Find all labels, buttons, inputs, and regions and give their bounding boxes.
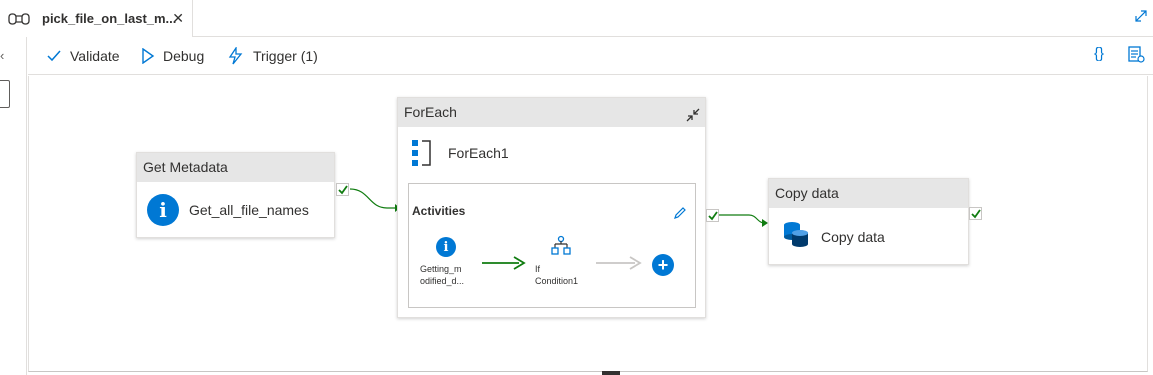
debug-button[interactable]: Debug — [141, 45, 204, 67]
collapse-icon[interactable] — [685, 104, 701, 133]
foreach-header-label: ForEach — [404, 104, 457, 120]
validate-label: Validate — [70, 48, 120, 64]
foreach-activities-panel[interactable]: Activities i Getting_m odified_d... If C… — [408, 183, 696, 308]
inner-activity-label-line1: If — [535, 264, 541, 274]
tab-title: pick_file_on_last_m... — [42, 11, 177, 26]
connector-foreach-copy — [719, 214, 766, 224]
foreach-icon — [410, 139, 434, 172]
pipeline-canvas[interactable]: Get Metadata i Get_all_file_names ForEac… — [28, 76, 1148, 372]
close-icon[interactable]: ✕ — [172, 10, 184, 27]
expand-icon[interactable] — [1135, 10, 1147, 25]
code-braces-icon[interactable]: {} — [1094, 45, 1104, 62]
left-panel-edge: ‹ — [0, 0, 27, 375]
trigger-button[interactable]: Trigger (1) — [227, 45, 318, 67]
inner-activity-label-line2: Condition1 — [535, 276, 579, 286]
copy-data-icon — [782, 220, 810, 253]
pipeline-icon — [8, 12, 30, 26]
check-icon — [708, 211, 718, 221]
debug-label: Debug — [163, 48, 205, 64]
activity-name: ForEach1 — [448, 145, 509, 161]
connector-metadata-foreach — [349, 188, 395, 209]
chevron-left-icon[interactable]: ‹ — [0, 48, 10, 63]
plus-icon[interactable]: + — [652, 254, 674, 276]
play-icon — [142, 48, 155, 64]
panel-resize-handle[interactable] — [602, 371, 620, 375]
validate-button[interactable]: Validate — [46, 45, 120, 67]
check-icon — [971, 209, 981, 219]
activity-foreach[interactable]: ForEach ForEach1 Activities i Getting_m … — [397, 97, 706, 318]
activity-copy-data[interactable]: Copy data Copy data — [768, 178, 969, 265]
trigger-icon — [228, 47, 243, 65]
tab-pipeline[interactable]: pick_file_on_last_m... ✕ — [0, 0, 193, 37]
left-panel-input[interactable] — [0, 80, 10, 108]
check-icon — [338, 185, 348, 195]
activity-type-label: Copy data — [769, 179, 968, 208]
success-output-handle[interactable] — [706, 209, 719, 222]
success-output-handle[interactable] — [969, 207, 982, 220]
success-output-handle[interactable] — [336, 183, 349, 196]
if-condition-icon[interactable] — [550, 235, 572, 262]
activity-type-label: ForEach — [398, 98, 705, 127]
properties-icon[interactable] — [1127, 45, 1145, 67]
inner-activity-label[interactable]: If Condition1 — [535, 263, 578, 287]
activity-type-label: Get Metadata — [137, 153, 334, 182]
activity-name: Get_all_file_names — [189, 202, 309, 218]
tab-strip: pick_file_on_last_m... ✕ — [0, 0, 1153, 37]
pipeline-editor: ‹ pick_file_on_last_m... ✕ Validate Debu… — [0, 0, 1153, 375]
toolbar: Validate Debug Trigger (1) {} — [28, 37, 1153, 75]
check-icon — [47, 50, 61, 62]
trigger-label: Trigger (1) — [253, 48, 318, 64]
info-icon: i — [147, 194, 179, 226]
activity-name: Copy data — [821, 228, 885, 245]
activity-get-metadata[interactable]: Get Metadata i Get_all_file_names — [136, 152, 335, 238]
